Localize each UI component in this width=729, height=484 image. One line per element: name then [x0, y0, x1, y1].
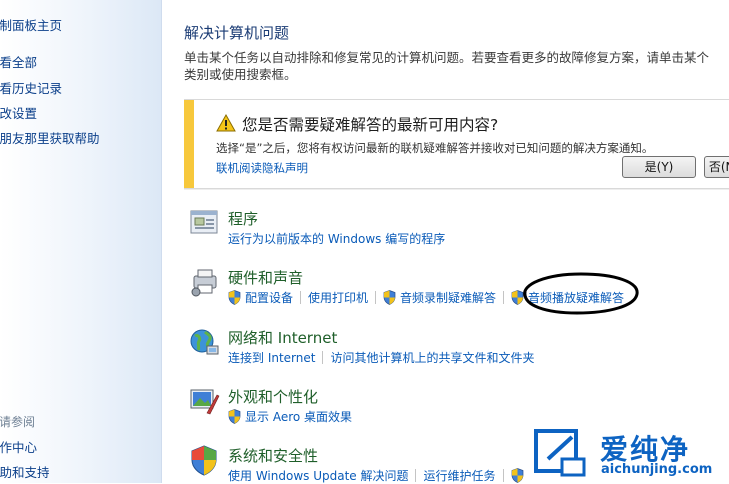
- privacy-link[interactable]: 联机阅读隐私声明: [216, 160, 308, 176]
- link-use-printer[interactable]: 使用打印机: [308, 289, 368, 306]
- link-run-maintenance[interactable]: 运行维护任务: [423, 467, 495, 484]
- sidebar-item-change-settings[interactable]: 更改设置: [0, 103, 37, 122]
- category-appearance-title[interactable]: 外观和个性化: [228, 386, 318, 407]
- sidebar: 控制面板主页 查看全部 查看历史记录 更改设置 从朋友那里获取帮助 另请参阅 操…: [0, 0, 162, 483]
- sidebar-item-help-support[interactable]: 帮助和支持: [0, 462, 50, 481]
- shield-icon: [511, 468, 523, 483]
- sidebar-item-view-history[interactable]: 查看历史记录: [0, 78, 62, 97]
- sidebar-item-view-all[interactable]: 查看全部: [0, 52, 37, 71]
- link-separator: [322, 351, 324, 364]
- appearance-icon: [190, 389, 220, 415]
- category-network-links: 连接到 Internet 访问其他计算机上的共享文件和文件夹: [228, 349, 534, 366]
- watermark-url: aichunjing.com: [601, 462, 713, 477]
- link-configure-device[interactable]: 配置设备: [245, 289, 293, 306]
- banner-text: 选择“是”之后，您将有权访问最新的联机疑难解答并接收对已知问题的解决方案通知。: [216, 141, 654, 155]
- link-audio-recording-troubleshoot[interactable]: 音频录制疑难解答: [400, 289, 496, 306]
- banner-title: 您是否需要疑难解答的最新可用内容?: [242, 116, 499, 134]
- link-connect-internet[interactable]: 连接到 Internet: [228, 349, 315, 366]
- network-icon: [190, 329, 219, 355]
- shield-icon: [228, 290, 241, 305]
- category-system-security-title[interactable]: 系统和安全性: [228, 445, 318, 466]
- banner-accent-bar: [184, 100, 194, 188]
- shield-icon: [383, 290, 396, 305]
- main-content: 解决计算机问题 单击某个任务以自动排除和修复常见的计算机问题。若要查看更多的故障…: [162, 0, 729, 483]
- sidebar-item-control-panel-home[interactable]: 控制面板主页: [0, 15, 62, 34]
- warning-icon: [216, 114, 236, 132]
- category-system-security-links: 使用 Windows Update 解决问题 运行维护任务: [228, 467, 528, 484]
- link-separator: [415, 469, 417, 482]
- yes-button[interactable]: 是(Y): [622, 156, 696, 178]
- see-also-heading: 另请参阅: [0, 415, 36, 429]
- shield-icon: [228, 409, 241, 424]
- update-banner: 您是否需要疑难解答的最新可用内容? 选择“是”之后，您将有权访问最新的联机疑难解…: [184, 99, 729, 189]
- link-access-shared-files[interactable]: 访问其他计算机上的共享文件和文件夹: [330, 349, 534, 366]
- page-description: 单击某个任务以自动排除和修复常见的计算机问题。若要查看更多的故障修复方案，请单击…: [184, 50, 710, 82]
- link-separator: [503, 291, 505, 304]
- sidebar-item-action-center[interactable]: 操作中心: [0, 437, 37, 456]
- category-network-title[interactable]: 网络和 Internet: [228, 327, 337, 348]
- link-run-older-programs[interactable]: 运行为以前版本的 Windows 编写的程序: [228, 230, 445, 247]
- category-appearance-links: 显示 Aero 桌面效果: [228, 408, 352, 425]
- link-separator: [375, 291, 377, 304]
- category-hardware-sound-title[interactable]: 硬件和声音: [228, 267, 303, 288]
- link-separator: [502, 469, 504, 482]
- programs-icon: [190, 210, 218, 234]
- link-separator: [300, 291, 302, 304]
- no-button[interactable]: 否(N): [704, 156, 729, 178]
- hardware-sound-icon: [191, 269, 217, 297]
- category-programs-title[interactable]: 程序: [228, 208, 258, 229]
- link-windows-update-troubleshoot[interactable]: 使用 Windows Update 解决问题: [228, 467, 408, 484]
- highlight-ellipse: [523, 272, 639, 315]
- sidebar-item-get-help-from-friend[interactable]: 从朋友那里获取帮助: [0, 128, 100, 147]
- category-programs-links: 运行为以前版本的 Windows 编写的程序: [228, 230, 445, 247]
- brand-logo-icon: [534, 429, 586, 477]
- link-show-aero-effects[interactable]: 显示 Aero 桌面效果: [245, 408, 352, 425]
- system-security-icon: [191, 445, 217, 476]
- page-title: 解决计算机问题: [184, 24, 290, 42]
